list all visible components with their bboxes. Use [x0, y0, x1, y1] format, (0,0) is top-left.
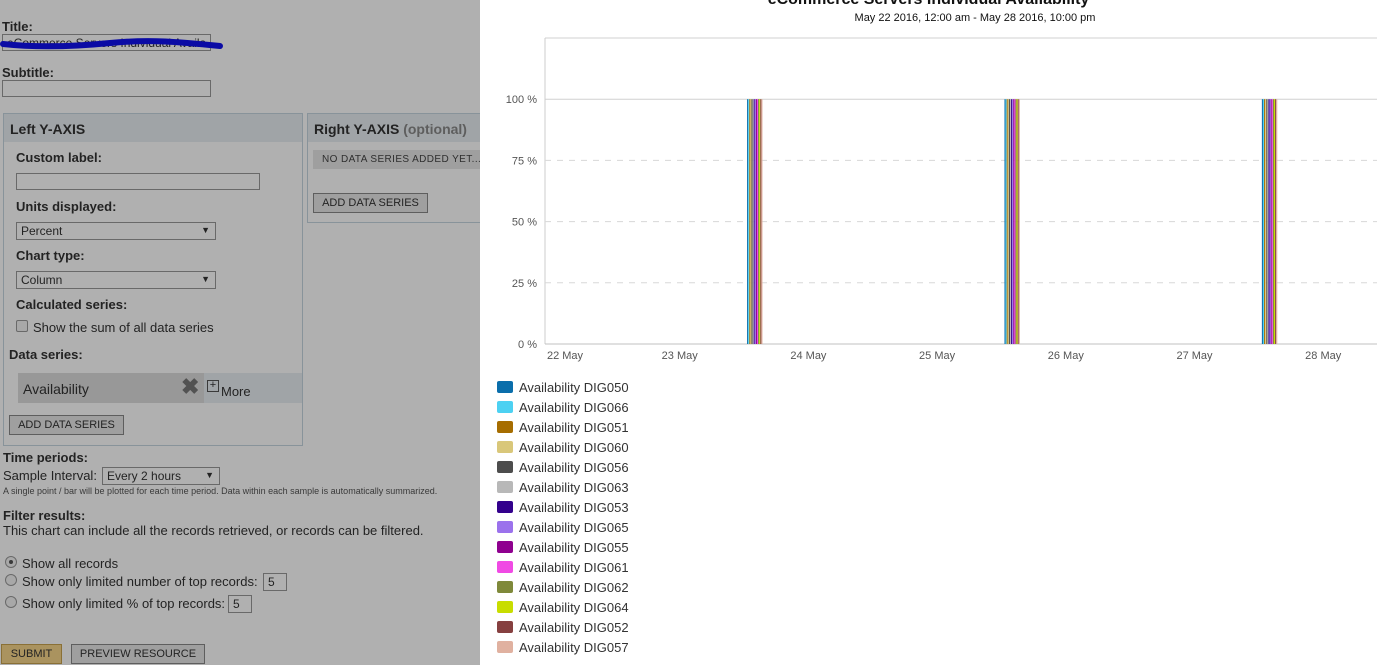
bar — [1272, 99, 1274, 344]
bar — [750, 99, 752, 344]
legend-label: Availability DIG060 — [519, 440, 629, 455]
legend-swatch — [497, 441, 513, 453]
y-tick-label: 0 % — [518, 339, 537, 351]
legend-swatch — [497, 421, 513, 433]
legend-label: Availability DIG064 — [519, 600, 629, 615]
bar — [1018, 99, 1020, 344]
y-tick-label: 25 % — [512, 278, 537, 290]
bar — [1004, 99, 1006, 344]
bar — [1005, 99, 1007, 344]
bar — [751, 99, 753, 344]
x-tick-label: 27 May — [1176, 350, 1213, 362]
bar — [749, 99, 751, 344]
legend-item[interactable]: Availability DIG053 — [497, 500, 629, 515]
legend-label: Availability DIG053 — [519, 500, 629, 515]
bar — [747, 99, 749, 344]
legend-item[interactable]: Availability DIG060 — [497, 440, 629, 455]
legend-swatch — [497, 401, 513, 413]
bar — [1265, 99, 1267, 344]
legend-item[interactable]: Availability DIG055 — [497, 540, 629, 555]
bar — [1009, 99, 1012, 344]
legend-label: Availability DIG056 — [519, 460, 629, 475]
bar — [761, 99, 763, 344]
legend-item[interactable]: Availability DIG051 — [497, 420, 629, 435]
legend-item[interactable]: Availability DIG063 — [497, 480, 629, 495]
bar — [758, 99, 760, 344]
bar — [1014, 99, 1016, 344]
legend-item[interactable]: Availability DIG064 — [497, 600, 629, 615]
bar — [755, 99, 757, 344]
bar — [748, 99, 750, 344]
bar — [1017, 99, 1019, 344]
x-tick-label: 25 May — [919, 350, 956, 362]
bar — [1271, 99, 1273, 344]
bar — [754, 99, 756, 344]
legend-item[interactable]: Availability DIG050 — [497, 380, 629, 395]
legend-label: Availability DIG055 — [519, 540, 629, 555]
legend-label: Availability DIG061 — [519, 560, 629, 575]
bar — [1269, 99, 1271, 344]
legend-item[interactable]: Availability DIG066 — [497, 400, 629, 415]
bar — [1267, 99, 1269, 344]
bar — [1268, 99, 1270, 344]
legend-swatch — [497, 561, 513, 573]
modal-backdrop — [0, 0, 480, 665]
legend-label: Availability DIG057 — [519, 640, 629, 655]
bar — [1006, 99, 1008, 344]
legend-swatch — [497, 621, 513, 633]
legend-label: Availability DIG051 — [519, 420, 629, 435]
legend-swatch — [497, 461, 513, 473]
bar — [1270, 99, 1272, 344]
bar — [1261, 99, 1263, 344]
legend-item[interactable]: Availability DIG052 — [497, 620, 629, 635]
x-tick-label: 22 May — [547, 350, 584, 362]
bar — [1273, 99, 1276, 344]
legend-item[interactable]: Availability DIG065 — [497, 520, 629, 535]
bar — [1266, 99, 1268, 344]
legend-label: Availability DIG052 — [519, 620, 629, 635]
x-tick-label: 23 May — [662, 350, 699, 362]
legend-swatch — [497, 501, 513, 513]
legend-label: Availability DIG063 — [519, 480, 629, 495]
bar — [1011, 99, 1013, 344]
bar — [1276, 99, 1278, 344]
legend-item[interactable]: Availability DIG057 — [497, 640, 629, 655]
legend-swatch — [497, 481, 513, 493]
legend-item[interactable]: Availability DIG061 — [497, 560, 629, 575]
bar — [756, 99, 759, 344]
bar — [1008, 99, 1010, 344]
legend-swatch — [497, 641, 513, 653]
legend-swatch — [497, 381, 513, 393]
legend-label: Availability DIG050 — [519, 380, 629, 395]
y-tick-label: 100 % — [506, 94, 537, 106]
bar — [759, 99, 761, 344]
bar — [1013, 99, 1015, 344]
bar — [1007, 99, 1009, 344]
legend-swatch — [497, 541, 513, 553]
legend-swatch — [497, 581, 513, 593]
bar — [1275, 99, 1277, 344]
x-tick-label: 28 May — [1305, 350, 1342, 362]
bar — [1016, 99, 1018, 344]
legend-swatch — [497, 521, 513, 533]
y-tick-label: 75 % — [512, 155, 537, 167]
x-tick-label: 24 May — [790, 350, 827, 362]
bar — [752, 99, 754, 344]
legend-swatch — [497, 601, 513, 613]
legend-label: Availability DIG062 — [519, 580, 629, 595]
legend-label: Availability DIG065 — [519, 520, 629, 535]
bar — [1264, 99, 1266, 344]
chart-config-form: Title: eCommerce Servers Individual Avai… — [0, 0, 480, 665]
bar — [1262, 99, 1265, 344]
legend-item[interactable]: Availability DIG056 — [497, 460, 629, 475]
legend-item[interactable]: Availability DIG062 — [497, 580, 629, 595]
legend-label: Availability DIG066 — [519, 400, 629, 415]
chart-plot: 0 % 25 % 50 % 75 % 100 % 22 May 23 May 24 May 25… — [506, 37, 1377, 362]
bar — [1012, 99, 1014, 344]
bar — [1015, 99, 1017, 344]
y-tick-label: 50 % — [512, 217, 537, 229]
x-tick-label: 26 May — [1048, 350, 1085, 362]
bar — [760, 99, 762, 344]
bar — [753, 99, 755, 344]
